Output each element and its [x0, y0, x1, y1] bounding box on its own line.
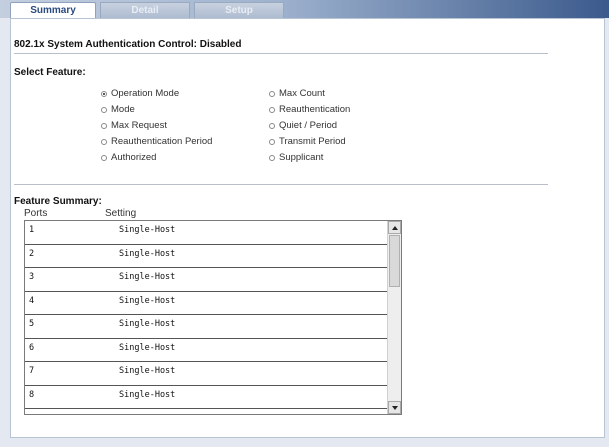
list-item[interactable]: 4 Single-Host	[25, 292, 387, 315]
port-setting: Single-Host	[119, 248, 176, 259]
radio-authorized[interactable]: Authorized	[101, 152, 156, 163]
tab-bar: Summary Detail Setup	[0, 0, 609, 18]
scroll-up-button[interactable]	[388, 221, 401, 234]
list-item[interactable]: 6 Single-Host	[25, 339, 387, 362]
radio-mode[interactable]: Mode	[101, 104, 135, 115]
port-number: 2	[29, 248, 35, 259]
feature-summary-list[interactable]: 1 Single-Host 2 Single-Host 3 Single-Hos…	[24, 220, 402, 415]
scroll-up-arrow-icon	[391, 225, 398, 230]
radio-selected-icon	[101, 90, 107, 97]
radio-quiet-period[interactable]: Quiet / Period	[269, 120, 337, 131]
list-item[interactable]: 7 Single-Host	[25, 362, 387, 386]
radio-label: Authorized	[111, 152, 157, 163]
radio-unselected-icon	[269, 138, 275, 145]
list-item[interactable]: 2 Single-Host	[25, 245, 387, 268]
radio-unselected-icon	[269, 106, 275, 113]
port-setting: Single-Host	[119, 319, 176, 329]
radio-unselected-icon	[101, 154, 107, 161]
port-setting: Single-Host	[119, 342, 176, 353]
list-rows: 1 Single-Host 2 Single-Host 3 Single-Hos…	[25, 221, 387, 409]
port-setting: Single-Host	[119, 272, 176, 282]
select-feature-heading: Select Feature:	[14, 67, 86, 78]
radio-unselected-icon	[101, 138, 107, 145]
tab-summary[interactable]: Summary	[10, 2, 96, 18]
vertical-scrollbar[interactable]	[387, 221, 401, 414]
divider	[14, 53, 548, 54]
system-auth-status: 802.1x System Authentication Control: Di…	[14, 39, 242, 50]
radio-max-request[interactable]: Max Request	[101, 120, 167, 131]
port-number: 8	[29, 389, 35, 400]
scroll-down-arrow-icon	[391, 405, 398, 410]
radio-label: Quiet / Period	[279, 120, 338, 131]
radio-supplicant[interactable]: Supplicant	[269, 152, 323, 163]
port-number: 3	[29, 272, 35, 282]
tab-detail[interactable]: Detail	[100, 2, 190, 18]
list-item[interactable]: 5 Single-Host	[25, 315, 387, 339]
list-item[interactable]: 8 Single-Host	[25, 386, 387, 409]
port-setting: Single-Host	[119, 389, 176, 400]
radio-unselected-icon	[269, 90, 275, 97]
port-number: 4	[29, 295, 35, 306]
radio-reauthentication-period[interactable]: Reauthentication Period	[101, 136, 212, 147]
feature-summary-heading: Feature Summary:	[14, 196, 102, 207]
port-number: 1	[29, 225, 35, 235]
radio-unselected-icon	[101, 106, 107, 113]
column-header-ports: Ports	[24, 208, 48, 219]
divider	[14, 184, 548, 185]
radio-label: Mode	[111, 104, 135, 115]
radio-reauthentication[interactable]: Reauthentication	[269, 104, 350, 115]
radio-label: Operation Mode	[111, 88, 180, 99]
radio-unselected-icon	[269, 154, 275, 161]
scroll-down-button[interactable]	[388, 401, 401, 414]
port-number: 5	[29, 319, 35, 329]
scrollbar-thumb[interactable]	[389, 235, 400, 287]
tab-setup[interactable]: Setup	[194, 2, 284, 18]
radio-label: Reauthentication Period	[111, 136, 213, 147]
radio-label: Max Count	[279, 88, 325, 99]
list-item[interactable]: 3 Single-Host	[25, 268, 387, 292]
radio-unselected-icon	[269, 122, 275, 129]
radio-label: Supplicant	[279, 152, 324, 163]
port-setting: Single-Host	[119, 366, 176, 376]
port-number: 7	[29, 366, 35, 376]
column-header-setting: Setting	[105, 208, 137, 219]
radio-label: Transmit Period	[279, 136, 346, 147]
radio-label: Max Request	[111, 120, 167, 131]
radio-transmit-period[interactable]: Transmit Period	[269, 136, 346, 147]
list-item[interactable]: 1 Single-Host	[25, 221, 387, 245]
port-setting: Single-Host	[119, 295, 176, 306]
radio-unselected-icon	[101, 122, 107, 129]
radio-operation-mode[interactable]: Operation Mode	[101, 88, 179, 99]
radio-label: Reauthentication	[279, 104, 351, 115]
port-number: 6	[29, 342, 35, 353]
port-setting: Single-Host	[119, 225, 176, 235]
radio-max-count[interactable]: Max Count	[269, 88, 325, 99]
